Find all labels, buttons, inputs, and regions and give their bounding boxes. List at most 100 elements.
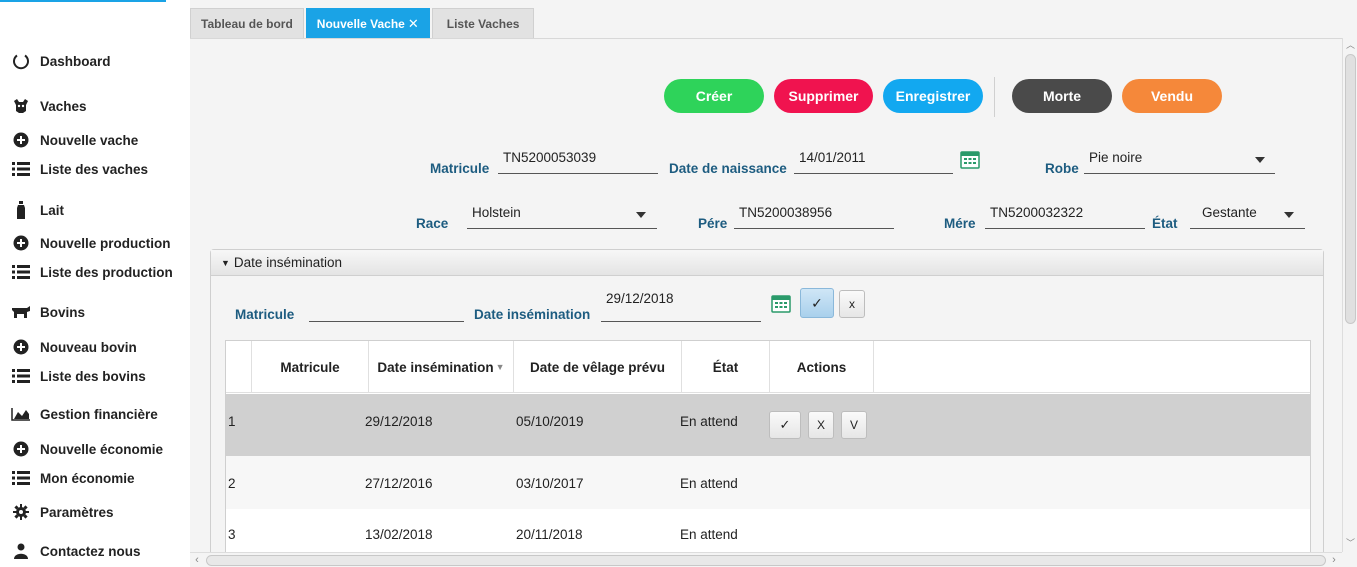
horizontal-scrollbar[interactable]: ‹ › <box>190 552 1342 567</box>
scroll-right-icon[interactable]: › <box>1327 553 1341 567</box>
tab-nouvelle-vache[interactable]: Nouvelle Vache ✕ <box>305 8 430 38</box>
row-number: 1 <box>228 414 236 429</box>
date-naissance-field[interactable]: 14/01/2011 <box>794 150 953 174</box>
panel-title: Date insémination <box>233 255 342 270</box>
pere-label: Pére <box>698 216 728 231</box>
scroll-left-icon[interactable]: ‹ <box>190 553 204 567</box>
close-icon[interactable]: ✕ <box>408 16 419 32</box>
cancel-button[interactable]: x <box>839 290 865 318</box>
row-etat: En attend <box>680 476 738 491</box>
tab-label: Nouvelle Vache <box>316 16 405 31</box>
insemination-panel: ▼ Date insémination Matricule Date insém… <box>210 249 1324 552</box>
vendu-button[interactable]: Vendu <box>1122 79 1222 113</box>
plus-circle-icon <box>10 438 32 460</box>
scroll-down-icon[interactable]: ﹀ <box>1343 536 1357 550</box>
creer-button[interactable]: Créer <box>664 79 764 113</box>
sidebar-item-vaches[interactable]: Vaches <box>10 95 87 117</box>
sort-desc-icon: ▼ <box>495 362 505 372</box>
column-header-index <box>226 341 252 393</box>
sidebar-item-label: Paramètres <box>40 504 114 520</box>
date-naissance-label: Date de naissance <box>669 161 787 176</box>
row-delete-button[interactable]: X <box>808 411 834 439</box>
sidebar-item-mon-economie[interactable]: Mon économie <box>10 467 135 489</box>
area-chart-icon <box>10 403 32 425</box>
bovine-icon <box>10 301 32 323</box>
tab-liste-vaches[interactable]: Liste Vaches <box>431 8 535 38</box>
calendar-icon[interactable] <box>771 293 791 318</box>
sidebar-item-liste-bovins[interactable]: Liste des bovins <box>10 365 146 387</box>
panel-date-field[interactable]: 29/12/2018 <box>601 291 761 322</box>
table-row[interactable]: 3 13/02/2018 20/11/2018 En attend <box>226 509 1310 552</box>
row-etat: En attend <box>680 414 738 429</box>
plus-circle-icon <box>10 232 32 254</box>
sidebar-item-nouvelle-production[interactable]: Nouvelle production <box>10 232 171 254</box>
insemination-table: Matricule Date insémination ▼ Date de vê… <box>225 340 1311 552</box>
sidebar-item-nouvelle-vache[interactable]: Nouvelle vache <box>10 129 138 151</box>
row-date-velage: 03/10/2017 <box>516 476 584 491</box>
row-number: 2 <box>228 476 236 491</box>
sidebar-item-label: Liste des bovins <box>40 368 146 384</box>
sidebar-accent-bar <box>0 0 166 2</box>
row-validate-button[interactable]: ✓ <box>769 411 801 439</box>
gear-icon <box>10 501 32 523</box>
chevron-down-icon <box>1255 157 1265 163</box>
cow-icon <box>10 95 32 117</box>
column-header-date-velage[interactable]: Date de vêlage prévu <box>514 341 682 393</box>
sidebar-item-lait[interactable]: Lait <box>10 199 64 221</box>
tab-tableau-de-bord[interactable]: Tableau de bord <box>190 8 304 38</box>
panel-header[interactable]: ▼ Date insémination <box>211 250 1323 276</box>
matricule-field[interactable]: TN5200053039 <box>498 150 658 174</box>
pere-field[interactable]: TN5200038956 <box>734 205 894 229</box>
table-row[interactable]: 1 29/12/2018 05/10/2019 En attend ✓ X V <box>226 394 1310 456</box>
sidebar-item-label: Gestion financière <box>40 406 158 422</box>
race-label: Race <box>416 216 449 231</box>
sidebar: Dashboard Vaches Nouvelle vache Liste de… <box>0 0 190 567</box>
tab-label: Liste Vaches <box>446 16 520 31</box>
morte-button[interactable]: Morte <box>1012 79 1112 113</box>
sidebar-item-bovins[interactable]: Bovins <box>10 301 85 323</box>
scroll-up-icon[interactable]: ︿ <box>1343 38 1357 52</box>
sidebar-item-label: Liste des production <box>40 264 173 280</box>
plus-circle-icon <box>10 129 32 151</box>
list-icon <box>10 261 32 283</box>
row-etat: En attend <box>680 527 738 542</box>
collapse-triangle-icon: ▼ <box>221 257 230 268</box>
sidebar-item-liste-production[interactable]: Liste des production <box>10 261 173 283</box>
confirm-button[interactable]: ✓ <box>800 288 834 318</box>
tab-bar: Tableau de bord Nouvelle Vache ✕ Liste Va… <box>190 8 536 38</box>
user-icon <box>10 540 32 562</box>
sidebar-item-label: Nouveau bovin <box>40 339 137 355</box>
sidebar-item-label: Lait <box>40 202 65 218</box>
row-date-insemination: 13/02/2018 <box>365 527 433 542</box>
column-header-etat[interactable]: État <box>682 341 770 393</box>
scrollbar-thumb[interactable] <box>1345 54 1356 324</box>
column-header-date-insemination[interactable]: Date insémination ▼ <box>369 341 514 393</box>
sidebar-item-liste-vaches[interactable]: Liste des vaches <box>10 158 148 180</box>
plus-circle-icon <box>10 336 32 358</box>
sidebar-item-label: Nouvelle économie <box>40 441 164 457</box>
robe-select[interactable]: Pie noire <box>1084 150 1275 174</box>
scrollbar-thumb[interactable] <box>206 555 1326 566</box>
sidebar-item-nouveau-bovin[interactable]: Nouveau bovin <box>10 336 137 358</box>
mere-field[interactable]: TN5200032322 <box>985 205 1145 229</box>
race-select[interactable]: Holstein <box>467 205 657 229</box>
milk-bottle-icon <box>10 199 32 221</box>
circle-icon <box>10 50 32 72</box>
calendar-icon[interactable] <box>960 149 980 174</box>
supprimer-button[interactable]: Supprimer <box>774 79 873 113</box>
sidebar-item-contact[interactable]: Contactez nous <box>10 540 141 562</box>
sidebar-item-label: Bovins <box>40 304 86 320</box>
enregistrer-button[interactable]: Enregistrer <box>883 79 983 113</box>
main-area: Tableau de bord Nouvelle Vache ✕ Liste Va… <box>190 0 1357 567</box>
panel-matricule-field[interactable] <box>309 298 464 322</box>
row-date-velage: 05/10/2019 <box>516 414 584 429</box>
vertical-scrollbar[interactable]: ︿ ﹀ <box>1342 38 1357 552</box>
sidebar-item-parametres[interactable]: Paramètres <box>10 501 114 523</box>
row-view-button[interactable]: V <box>841 411 867 439</box>
sidebar-item-label: Nouvelle vache <box>40 132 139 148</box>
column-header-matricule[interactable]: Matricule <box>252 341 369 393</box>
sidebar-item-dashboard[interactable]: Dashboard <box>10 50 111 72</box>
column-header-actions[interactable]: Actions <box>770 341 874 393</box>
sidebar-item-nouvelle-economie[interactable]: Nouvelle économie <box>10 438 163 460</box>
sidebar-item-gestion-financiere[interactable]: Gestion financière <box>10 403 158 425</box>
